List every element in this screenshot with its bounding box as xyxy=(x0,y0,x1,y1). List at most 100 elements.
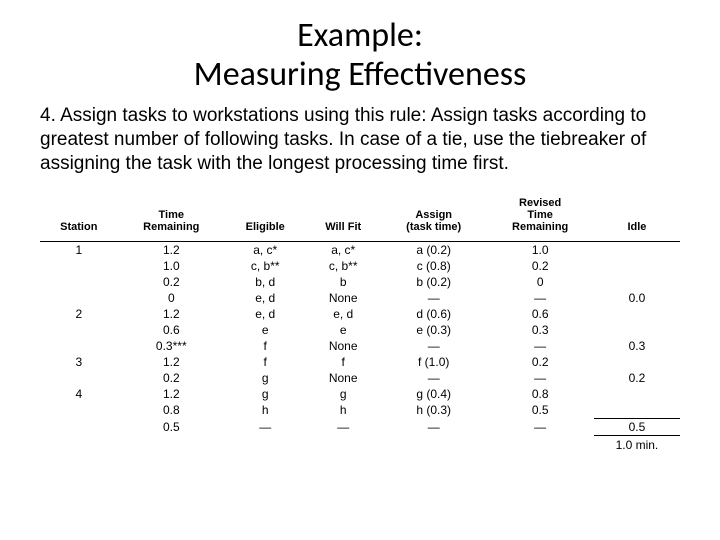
cell-eligible: — xyxy=(225,418,305,435)
cell-revised: — xyxy=(486,418,593,435)
table-row: 21.2e, de, dd (0.6)0.6 xyxy=(40,306,680,322)
cell-time: 1.2 xyxy=(118,354,225,370)
cell-station xyxy=(40,258,118,274)
cell-fit: a, c* xyxy=(305,242,380,259)
table-row: 0e, dNone——0.0 xyxy=(40,290,680,306)
cell-assign: g (0.4) xyxy=(381,386,487,402)
cell-station xyxy=(40,322,118,338)
cell-idle: 0.2 xyxy=(594,370,680,386)
assignment-table-wrap: Station Time Remaining Eligible Will Fit… xyxy=(40,193,680,453)
cell-revised: 0.5 xyxy=(486,402,593,418)
cell-empty xyxy=(305,435,380,453)
cell-station xyxy=(40,370,118,386)
cell-assign: b (0.2) xyxy=(381,274,487,290)
cell-station: 4 xyxy=(40,386,118,402)
cell-idle: 0.3 xyxy=(594,338,680,354)
table-row: 0.8hhh (0.3)0.5 xyxy=(40,402,680,418)
cell-fit: h xyxy=(305,402,380,418)
cell-station: 3 xyxy=(40,354,118,370)
cell-eligible: h xyxy=(225,402,305,418)
cell-revised: 0 xyxy=(486,274,593,290)
title-line-2: Measuring Effectiveness xyxy=(194,54,527,95)
cell-assign: — xyxy=(381,290,487,306)
cell-station: 2 xyxy=(40,306,118,322)
cell-assign: — xyxy=(381,418,487,435)
cell-idle: 0.0 xyxy=(594,290,680,306)
cell-fit: — xyxy=(305,418,380,435)
cell-time: 0.3*** xyxy=(118,338,225,354)
cell-fit: b xyxy=(305,274,380,290)
cell-eligible: g xyxy=(225,370,305,386)
cell-revised: — xyxy=(486,370,593,386)
cell-station: 1 xyxy=(40,242,118,259)
col-assign: Assign (task time) xyxy=(381,193,487,242)
col-will-fit: Will Fit xyxy=(305,193,380,242)
cell-fit: e xyxy=(305,322,380,338)
cell-time: 1.0 xyxy=(118,258,225,274)
col-time-remaining: Time Remaining xyxy=(118,193,225,242)
cell-fit: c, b** xyxy=(305,258,380,274)
cell-eligible: a, c* xyxy=(225,242,305,259)
cell-time: 1.2 xyxy=(118,242,225,259)
cell-eligible: c, b** xyxy=(225,258,305,274)
table-header-row: Station Time Remaining Eligible Will Fit… xyxy=(40,193,680,242)
col-eligible: Eligible xyxy=(225,193,305,242)
cell-idle xyxy=(594,386,680,402)
cell-time: 0 xyxy=(118,290,225,306)
table-body: 11.2a, c*a, c*a (0.2)1.01.0c, b**c, b**c… xyxy=(40,242,680,453)
cell-total-idle: 1.0 min. xyxy=(594,435,680,453)
cell-time: 0.5 xyxy=(118,418,225,435)
cell-eligible: e, d xyxy=(225,306,305,322)
table-row: 0.2gNone——0.2 xyxy=(40,370,680,386)
cell-assign: — xyxy=(381,338,487,354)
cell-fit: None xyxy=(305,338,380,354)
cell-eligible: g xyxy=(225,386,305,402)
cell-time: 0.2 xyxy=(118,370,225,386)
cell-station xyxy=(40,402,118,418)
cell-revised: — xyxy=(486,338,593,354)
title-line-1: Example: xyxy=(297,15,423,56)
cell-revised: 1.0 xyxy=(486,242,593,259)
cell-eligible: b, d xyxy=(225,274,305,290)
cell-fit: g xyxy=(305,386,380,402)
cell-fit: f xyxy=(305,354,380,370)
cell-revised: — xyxy=(486,290,593,306)
assignment-table: Station Time Remaining Eligible Will Fit… xyxy=(40,193,680,453)
cell-assign: a (0.2) xyxy=(381,242,487,259)
slide-title: Example: Measuring Effectiveness xyxy=(40,16,680,94)
table-row: 1.0c, b**c, b**c (0.8)0.2 xyxy=(40,258,680,274)
cell-station xyxy=(40,274,118,290)
table-total-row: 1.0 min. xyxy=(40,435,680,453)
cell-assign: f (1.0) xyxy=(381,354,487,370)
cell-idle xyxy=(594,274,680,290)
cell-idle: 0.5 xyxy=(594,418,680,435)
cell-revised: 0.6 xyxy=(486,306,593,322)
cell-assign: h (0.3) xyxy=(381,402,487,418)
cell-empty xyxy=(118,435,225,453)
cell-empty xyxy=(486,435,593,453)
cell-assign: e (0.3) xyxy=(381,322,487,338)
cell-revised: 0.3 xyxy=(486,322,593,338)
cell-fit: e, d xyxy=(305,306,380,322)
cell-time: 0.2 xyxy=(118,274,225,290)
cell-empty xyxy=(381,435,487,453)
cell-empty xyxy=(225,435,305,453)
cell-eligible: f xyxy=(225,338,305,354)
cell-empty xyxy=(40,435,118,453)
col-idle: Idle xyxy=(594,193,680,242)
cell-revised: 0.2 xyxy=(486,354,593,370)
cell-fit: None xyxy=(305,290,380,306)
cell-time: 0.6 xyxy=(118,322,225,338)
cell-station xyxy=(40,338,118,354)
table-row: 41.2ggg (0.4)0.8 xyxy=(40,386,680,402)
table-row: 0.5————0.5 xyxy=(40,418,680,435)
cell-fit: None xyxy=(305,370,380,386)
cell-idle xyxy=(594,306,680,322)
cell-idle xyxy=(594,402,680,418)
cell-eligible: e xyxy=(225,322,305,338)
cell-eligible: f xyxy=(225,354,305,370)
cell-assign: d (0.6) xyxy=(381,306,487,322)
slide: { "title_line1": "Example:", "title_line… xyxy=(0,0,720,540)
table-row: 0.6eee (0.3)0.3 xyxy=(40,322,680,338)
cell-time: 1.2 xyxy=(118,306,225,322)
